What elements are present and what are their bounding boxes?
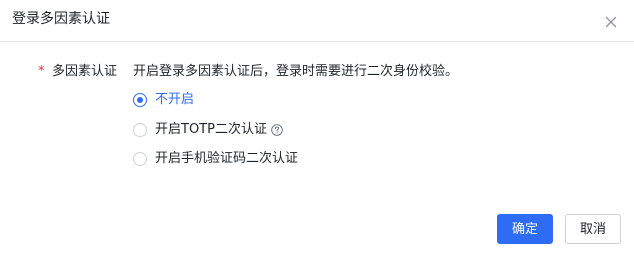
mfa-form-row: * 多因素认证 开启登录多因素认证后，登录时需要进行二次身份校验。 (0, 60, 634, 84)
cancel-button[interactable]: 取消 (565, 214, 621, 244)
radio-unchecked-icon[interactable] (133, 123, 147, 137)
mfa-label: 多因素认证 (52, 64, 118, 79)
radio-option-totp[interactable]: 开启TOTP二次认证 (133, 120, 283, 140)
radio-checked-icon[interactable] (133, 93, 147, 107)
required-mark: * (38, 64, 45, 79)
mfa-description: 开启登录多因素认证后，登录时需要进行二次身份校验。 (133, 64, 459, 79)
radio-label-disabled: 不开启 (155, 92, 195, 107)
radio-option-disabled[interactable]: 不开启 (133, 90, 194, 110)
radio-unchecked-icon[interactable] (133, 152, 147, 166)
radio-option-sms[interactable]: 开启手机验证码二次认证 (133, 149, 298, 169)
radio-label-sms: 开启手机验证码二次认证 (155, 151, 299, 166)
close-icon[interactable] (603, 14, 619, 30)
dialog-header: 登录多因素认证 (0, 0, 634, 42)
mfa-dialog: 登录多因素认证 * 多因素认证 开启登录多因素认证后，登录时需要进行二次身份校验… (0, 0, 634, 257)
dialog-title: 登录多因素认证 (12, 11, 110, 27)
question-circle-icon[interactable] (271, 124, 283, 136)
radio-label-totp: 开启TOTP二次认证 (155, 122, 267, 137)
confirm-button[interactable]: 确定 (497, 214, 553, 244)
